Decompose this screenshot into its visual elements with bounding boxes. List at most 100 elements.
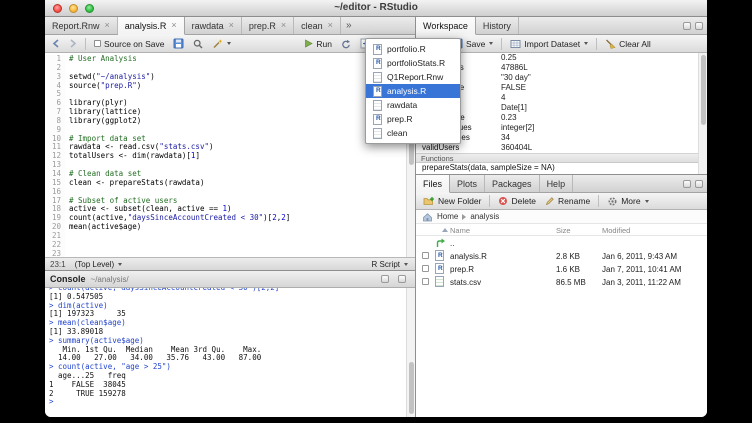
clear-all-button[interactable]: Clear All	[602, 37, 654, 50]
zoom-icon[interactable]	[85, 4, 94, 13]
new-folder-button[interactable]: New Folder	[420, 195, 484, 207]
breadcrumb-folder[interactable]: analysis	[470, 212, 499, 221]
import-dataset-button[interactable]: Import Dataset	[507, 38, 591, 50]
source-on-save-checkbox[interactable]	[94, 40, 101, 47]
source-tab-rawdata[interactable]: rawdata×	[185, 17, 242, 34]
file-modified: Jan 6, 2011, 9:43 AM	[602, 252, 677, 261]
variable-value: FALSE	[501, 83, 695, 93]
maximize-workspace-pane-icon[interactable]	[695, 22, 703, 30]
source-tab-clean[interactable]: clean×	[294, 17, 341, 34]
minimize-workspace-pane-icon[interactable]	[683, 22, 691, 30]
file-menu-item-portfoliostats-r[interactable]: RportfolioStats.R	[366, 56, 460, 70]
file-menu-item-prep-r[interactable]: Rprep.R	[366, 112, 460, 126]
code-editor[interactable]: 1234567891011121314151617181920212223 # …	[45, 53, 415, 257]
save-workspace-label: Save	[466, 39, 485, 49]
close-tab-icon[interactable]: ×	[105, 21, 110, 30]
source-tabbar: Report.Rnw×analysis.R×rawdata×prep.R×cle…	[45, 17, 415, 35]
tab-files[interactable]: Files	[416, 175, 450, 193]
tab-label: prep.R	[249, 21, 276, 31]
column-name[interactable]: Name	[450, 226, 470, 235]
functions-section-label: Functions	[421, 154, 454, 163]
chevron-down-icon	[489, 42, 493, 45]
file-menu-item-analysis-r[interactable]: Ranalysis.R	[366, 84, 460, 98]
files-toolbar: New Folder Delete Rename More	[416, 193, 707, 210]
workspace-tabbar: WorkspaceHistory	[416, 17, 707, 35]
workspace-scrollbar[interactable]	[698, 53, 707, 174]
tab-overflow-button[interactable]: »	[341, 20, 357, 31]
column-modified[interactable]: Modified	[602, 226, 630, 235]
file-checkbox[interactable]	[422, 278, 429, 285]
file-menu-item-rawdata[interactable]: rawdata	[366, 98, 460, 112]
workspace-value-row[interactable]: validUsers360404L	[416, 143, 707, 153]
column-size[interactable]: Size	[556, 226, 571, 235]
source-tab-analysis-r[interactable]: analysis.R×	[118, 17, 185, 35]
close-tab-icon[interactable]: ×	[171, 21, 176, 30]
run-button[interactable]: Run	[301, 38, 335, 50]
file-row-prep-r[interactable]: Rprep.R1.6 KBJan 7, 2011, 10:41 AM	[416, 262, 707, 275]
tab-help[interactable]: Help	[540, 175, 574, 192]
code-tools-button[interactable]	[209, 37, 234, 50]
back-button[interactable]	[49, 38, 63, 49]
source-tab-report-rnw[interactable]: Report.Rnw×	[45, 17, 118, 34]
file-menu-item-label: prep.R	[387, 114, 413, 124]
scope-selector[interactable]: (Top Level)	[73, 260, 125, 269]
file-menu-item-q1report-rnw[interactable]: Q1Report.Rnw	[366, 70, 460, 84]
cursor-position: 23:1	[50, 260, 66, 269]
file-row-stats-csv[interactable]: stats.csv86.5 MBJan 3, 2011, 11:22 AM	[416, 275, 707, 288]
back-icon	[52, 39, 60, 48]
file-row-analysis-r[interactable]: Ranalysis.R2.8 KBJan 6, 2011, 9:43 AM	[416, 249, 707, 262]
gear-icon	[607, 196, 618, 207]
line-number-gutter: 1234567891011121314151617181920212223	[45, 55, 65, 257]
close-tab-icon[interactable]: ×	[328, 21, 333, 30]
minimize-files-pane-icon[interactable]	[683, 180, 691, 188]
rename-icon	[545, 196, 555, 206]
parent-directory-row[interactable]: ..	[416, 236, 707, 249]
import-dataset-icon	[510, 39, 521, 49]
source-on-save-label: Source on Save	[104, 39, 164, 49]
file-menu-item-portfolio-r[interactable]: Rportfolio.R	[366, 42, 460, 56]
more-button[interactable]: More	[604, 195, 651, 208]
window-title: ~/editor - RStudio	[45, 0, 707, 16]
tab-packages[interactable]: Packages	[485, 175, 540, 192]
file-checkbox[interactable]	[422, 265, 429, 272]
find-replace-button[interactable]	[190, 38, 206, 50]
file-name: prep.R	[450, 265, 474, 274]
delete-label: Delete	[511, 196, 536, 206]
plain-file-icon	[373, 100, 382, 111]
maximize-console-pane-icon[interactable]	[398, 275, 406, 283]
maximize-files-pane-icon[interactable]	[695, 180, 703, 188]
console-scrollbar-thumb[interactable]	[409, 362, 414, 414]
tab-workspace[interactable]: Workspace	[416, 17, 476, 35]
console-scrollbar[interactable]	[406, 288, 415, 417]
rstudio-window: ~/editor - RStudio Report.Rnw×analysis.R…	[45, 0, 707, 417]
file-type-selector[interactable]: R Script	[370, 260, 410, 269]
rename-label: Rename	[558, 196, 590, 206]
close-icon[interactable]	[53, 4, 62, 13]
minimize-console-pane-icon[interactable]	[381, 275, 389, 283]
tab-plots[interactable]: Plots	[450, 175, 485, 192]
close-tab-icon[interactable]: ×	[229, 21, 234, 30]
close-tab-icon[interactable]: ×	[281, 21, 286, 30]
code-text[interactable]: # User Analysis setwd("~/analysis")sourc…	[69, 55, 406, 257]
source-on-save-toggle[interactable]: Source on Save	[91, 38, 167, 50]
plain-file-icon	[373, 128, 382, 139]
tab-history[interactable]: History	[476, 17, 519, 34]
file-size: 2.8 KB	[556, 252, 580, 261]
workspace-function-row[interactable]: prepareStats(data, sampleSize = NA)	[416, 163, 707, 173]
file-checkbox[interactable]	[422, 252, 429, 259]
forward-button[interactable]	[66, 38, 80, 49]
window-titlebar[interactable]: ~/editor - RStudio	[45, 0, 707, 17]
file-name: analysis.R	[450, 252, 487, 261]
rename-button[interactable]: Rename	[542, 195, 593, 207]
console-output[interactable]: > count(active,"daysSinceAccountCreated …	[45, 288, 406, 417]
minimize-icon[interactable]	[69, 4, 78, 13]
sort-ascending-icon[interactable]	[442, 228, 448, 232]
file-menu-item-clean[interactable]: clean	[366, 126, 460, 140]
rerun-button[interactable]	[338, 38, 354, 50]
source-tab-prep-r[interactable]: prep.R ×	[242, 17, 294, 34]
workspace-scrollbar-thumb[interactable]	[701, 55, 706, 125]
delete-button[interactable]: Delete	[495, 195, 539, 207]
breadcrumb-home[interactable]: Home	[437, 212, 458, 221]
save-button[interactable]	[170, 37, 187, 50]
file-size: 1.6 KB	[556, 265, 580, 274]
